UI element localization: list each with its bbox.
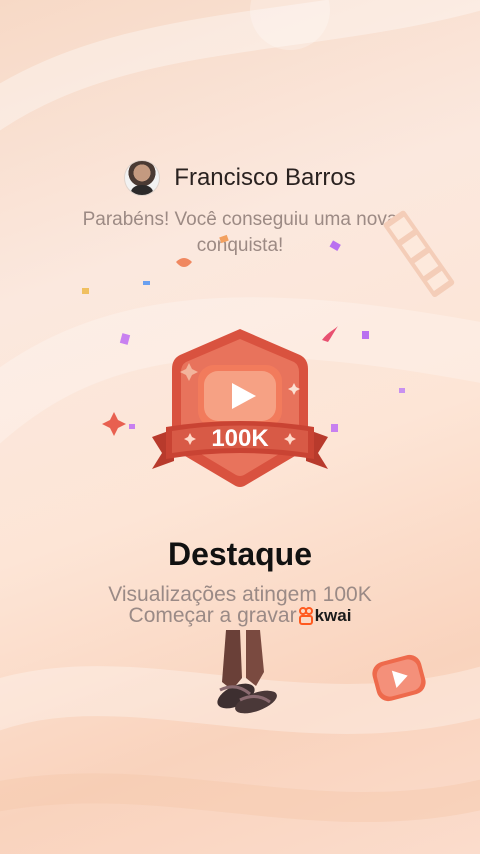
kwai-brand-text: kwai	[314, 606, 352, 625]
play-icon	[372, 654, 426, 702]
badge-value-label: 100K	[211, 425, 269, 452]
start-recording-link[interactable]: Começar a gravar	[129, 604, 297, 628]
kwai-logo: kwai	[298, 606, 352, 626]
badge-description: Visualizações atingem 100K	[108, 583, 372, 606]
achievement-badge-icon: 100K	[152, 329, 328, 487]
sandal-feet-illustration	[217, 630, 277, 714]
kwai-logo-icon	[298, 607, 313, 625]
record-cta-row[interactable]: Começar a gravar kwai	[0, 604, 480, 628]
badge-title: Destaque	[167, 536, 313, 572]
